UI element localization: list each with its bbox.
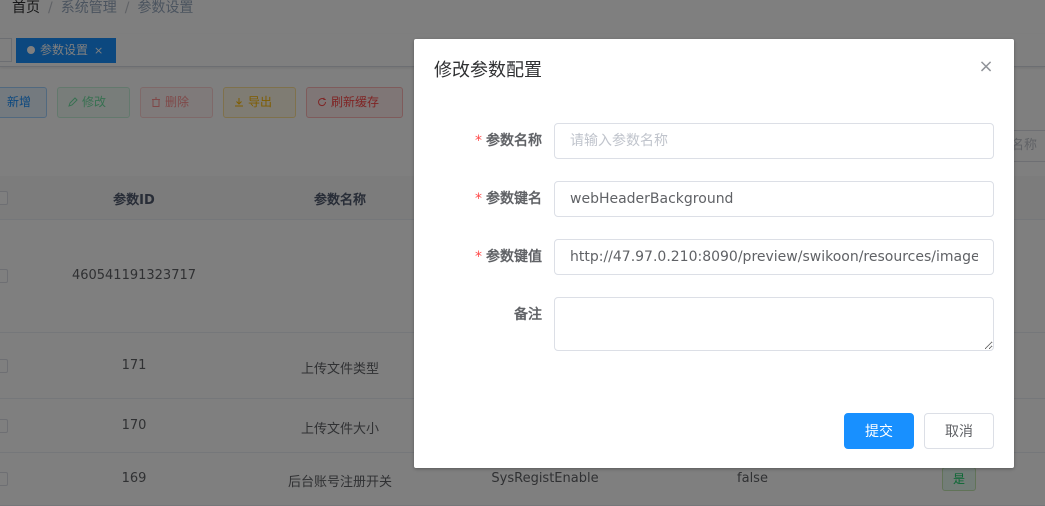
- remark-label: 备注: [414, 297, 542, 333]
- param-value-input[interactable]: [554, 239, 994, 275]
- value-label: * 参数键值: [414, 239, 542, 275]
- remark-textarea[interactable]: [554, 297, 994, 351]
- close-icon[interactable]: ×: [978, 57, 994, 77]
- name-label: * 参数名称: [414, 123, 542, 159]
- edit-config-dialog: 修改参数配置 × *参数名称 *参数键名 *参数键值 备注 提交 取消: [414, 39, 1014, 468]
- param-key-input[interactable]: [554, 181, 994, 217]
- required-mark: *: [475, 191, 482, 207]
- name-label-text: 参数名称: [486, 133, 542, 149]
- value-label-text: 参数键值: [486, 249, 542, 265]
- required-mark: *: [475, 133, 482, 149]
- param-name-input[interactable]: [554, 123, 994, 159]
- remark-label-text: 备注: [514, 307, 542, 323]
- required-mark: *: [475, 249, 482, 265]
- cancel-button[interactable]: 取消: [924, 413, 994, 449]
- key-label: * 参数键名: [414, 181, 542, 217]
- key-label-text: 参数键名: [486, 191, 542, 207]
- dialog-title: 修改参数配置: [434, 60, 542, 81]
- submit-button[interactable]: 提交: [844, 413, 914, 449]
